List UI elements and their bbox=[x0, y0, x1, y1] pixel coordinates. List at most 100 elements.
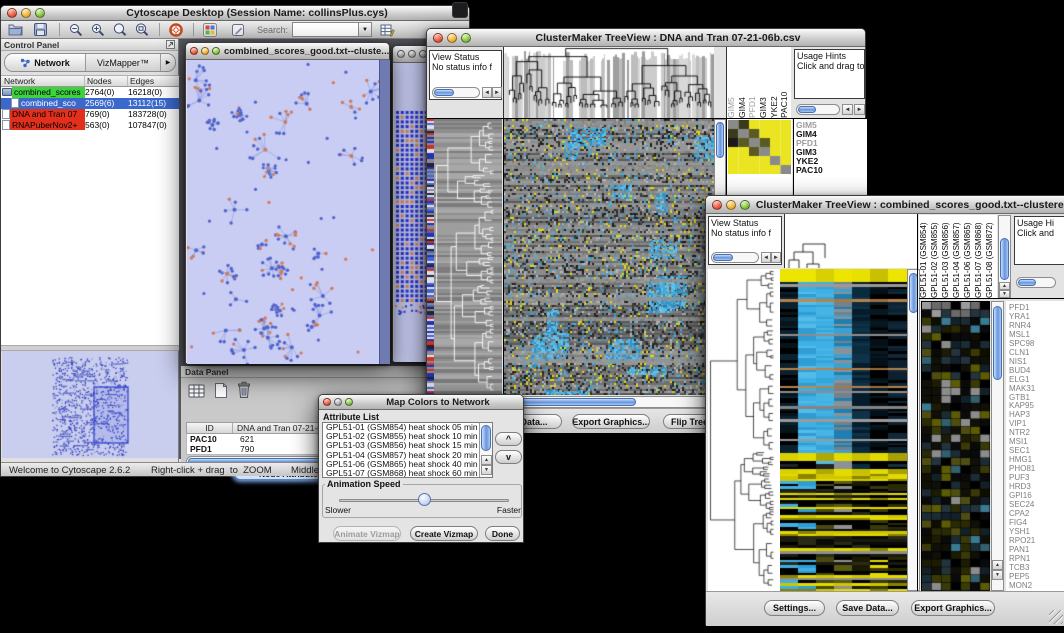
search-input[interactable]: ▼ bbox=[292, 22, 372, 37]
save-icon[interactable] bbox=[32, 21, 49, 38]
tv1-genelist-hscrollbar[interactable] bbox=[796, 104, 840, 115]
network-table-header[interactable]: Network Nodes Edges bbox=[1, 75, 179, 87]
tv1-column-label[interactable]: GIM5 bbox=[727, 47, 738, 118]
attribute-list-item[interactable]: GPL51-04 (GSM857) heat shock 20 min bbox=[323, 451, 492, 460]
done-button[interactable]: Done bbox=[485, 526, 520, 541]
scroll-right-icon[interactable]: ► bbox=[854, 104, 865, 115]
scroll-up-icon[interactable]: ▲ bbox=[999, 282, 1010, 290]
close-button[interactable] bbox=[712, 200, 722, 210]
tv2-gene-list[interactable]: PFD1YRA1RNR4MSL1SPC98CLN1NIS1BUD4ELG1MAK… bbox=[1006, 301, 1064, 591]
tv2-row-dendrogram[interactable] bbox=[708, 269, 780, 591]
attribute-list-item[interactable]: GPL51-02 (GSM855) heat shock 10 min bbox=[323, 432, 492, 441]
minimize-button[interactable] bbox=[726, 200, 736, 210]
tv1-status-hscrollbar[interactable] bbox=[432, 87, 480, 98]
zoom-button[interactable] bbox=[35, 8, 45, 18]
zoom-out-icon[interactable] bbox=[67, 21, 84, 38]
tv2-genelist-vscroll-thumb[interactable] bbox=[993, 306, 1002, 380]
zoom-fit-icon[interactable] bbox=[133, 21, 150, 38]
attribute-list-item[interactable]: GPL51-07 (GSM868) heat shock 60 min bbox=[323, 469, 492, 478]
float-panel-icon[interactable] bbox=[166, 40, 178, 49]
treeview1-titlebar[interactable]: ClusterMaker TreeView : DNA and Tran 07-… bbox=[427, 29, 865, 47]
tv1-column-dendrogram[interactable] bbox=[503, 47, 714, 118]
scroll-down-icon[interactable]: ▼ bbox=[481, 465, 492, 475]
tv2-column-label[interactable]: GPL51-01 (GSM854) bbox=[919, 215, 930, 298]
tv1-column-label[interactable]: PAC10 bbox=[780, 47, 791, 118]
scroll-left-icon[interactable]: ◄ bbox=[482, 87, 492, 98]
tv2-column-dendrogram[interactable] bbox=[784, 214, 918, 268]
scroll-right-icon[interactable]: ► bbox=[492, 87, 502, 98]
tv2-genelist-vscrollbar[interactable]: ▲ ▼ bbox=[991, 301, 1004, 591]
tv1-column-label[interactable]: GIM3 bbox=[759, 47, 770, 118]
tv1-export-graphics-button[interactable]: Export Graphics... bbox=[572, 414, 650, 429]
network-table-row[interactable]: DNA and Tran 07 769(0) 183728(0) bbox=[1, 109, 179, 120]
network-table-row[interactable]: combined_sco 2569(6) 13112(15) bbox=[1, 98, 179, 109]
tab-network[interactable]: Network bbox=[5, 54, 86, 71]
scroll-left-icon[interactable]: ◄ bbox=[842, 104, 853, 115]
tv2-global-heatmap[interactable] bbox=[780, 269, 907, 591]
menu-extra-icon[interactable] bbox=[452, 2, 468, 18]
network-table-row[interactable]: RNAPuberNov2+ 563(0) 107847(0) bbox=[1, 119, 179, 130]
attribute-list-item[interactable]: GPL51-03 (GSM856) heat shock 15 min bbox=[323, 441, 492, 450]
tv2-column-label[interactable]: GPL51-02 (GSM855) bbox=[930, 215, 941, 298]
close-button[interactable] bbox=[397, 50, 405, 58]
scroll-up-icon[interactable]: ▲ bbox=[992, 560, 1003, 570]
tv1-zoom-heatmap[interactable] bbox=[728, 120, 791, 174]
tv1-status-hscroll-thumb[interactable] bbox=[434, 89, 454, 96]
scroll-up-icon[interactable]: ▲ bbox=[481, 455, 492, 465]
tv2-column-label[interactable]: GPL51-08 (GSM872) bbox=[985, 215, 996, 298]
tv2-export-graphics-button[interactable]: Export Graphics... bbox=[911, 600, 995, 616]
close-button[interactable] bbox=[323, 398, 331, 406]
attribute-list-item[interactable]: GPL51-01 (GSM854) heat shock 05 min bbox=[323, 423, 492, 432]
tv2-column-labels[interactable]: GPL51-01 (GSM854)GPL51-02 (GSM855)GPL51-… bbox=[919, 215, 997, 298]
tv2-column-label[interactable]: GPL51-07 (GSM868) bbox=[974, 215, 985, 298]
network-table-row[interactable]: combined_scores 2764(0) 16218(0) bbox=[1, 87, 179, 98]
main-titlebar[interactable]: Cytoscape Desktop (Session Name: collins… bbox=[1, 6, 469, 21]
resize-grip[interactable] bbox=[1049, 610, 1063, 624]
tv1-row-dendrogram[interactable] bbox=[434, 119, 502, 395]
zoom-in-icon[interactable] bbox=[89, 21, 106, 38]
tv2-usage-hscroll-thumb[interactable] bbox=[1018, 279, 1036, 286]
tv1-global-heatmap[interactable] bbox=[503, 119, 714, 395]
minimize-button[interactable] bbox=[334, 398, 342, 406]
minimize-button[interactable] bbox=[447, 33, 457, 43]
zoom-selected-icon[interactable] bbox=[111, 21, 128, 38]
help-lifebuoy-icon[interactable] bbox=[167, 21, 184, 38]
scroll-down-icon[interactable]: ▼ bbox=[999, 290, 1010, 298]
tabs-overflow-button[interactable]: ▶ bbox=[160, 54, 175, 71]
create-vizmap-button[interactable]: Create Vizmap bbox=[410, 526, 478, 541]
minimize-button[interactable] bbox=[408, 50, 416, 58]
tv2-status-hscroll-thumb[interactable] bbox=[713, 254, 733, 261]
tv2-column-label[interactable]: GPL51-03 (GSM856) bbox=[941, 215, 952, 298]
scroll-left-icon[interactable]: ◄ bbox=[761, 252, 771, 263]
zoom-button[interactable] bbox=[461, 33, 471, 43]
minimize-button[interactable] bbox=[21, 8, 31, 18]
close-button[interactable] bbox=[190, 47, 198, 55]
tv1-vscroll-thumb[interactable] bbox=[716, 122, 724, 158]
new-attribute-icon[interactable] bbox=[214, 382, 228, 404]
annotation-icon[interactable] bbox=[229, 21, 246, 38]
close-button[interactable] bbox=[433, 33, 443, 43]
tv2-usage-hscrollbar[interactable] bbox=[1016, 277, 1056, 288]
network-view-titlebar[interactable]: combined_scores_good.txt--cluste... bbox=[186, 43, 389, 60]
attribute-list-item[interactable]: GPL51-06 (GSM865) heat shock 40 min bbox=[323, 460, 492, 469]
scroll-right-icon[interactable]: ► bbox=[771, 252, 781, 263]
tab-vizmapper[interactable]: VizMapper™ bbox=[86, 54, 160, 71]
move-up-button[interactable]: ^ bbox=[495, 432, 522, 446]
tv1-gene-label[interactable]: PAC10 bbox=[794, 166, 867, 175]
animate-vizmap-button[interactable]: Animate Vizmap bbox=[333, 526, 401, 541]
tv1-hscrollbar[interactable] bbox=[503, 396, 713, 408]
tv1-hscroll-thumb[interactable] bbox=[506, 398, 636, 406]
network-view-canvas[interactable] bbox=[187, 60, 379, 364]
zoom-button[interactable] bbox=[740, 200, 750, 210]
column-nodes[interactable]: Nodes bbox=[85, 76, 128, 86]
tv2-settings-button[interactable]: Settings... bbox=[764, 600, 825, 616]
close-button[interactable] bbox=[7, 8, 17, 18]
minimize-button[interactable] bbox=[201, 47, 209, 55]
tv1-column-label[interactable]: PFD1 bbox=[748, 47, 759, 118]
tv2-labels-vscroll-thumb[interactable] bbox=[1000, 238, 1009, 280]
column-edges[interactable]: Edges bbox=[128, 76, 179, 86]
dialog-titlebar[interactable]: Map Colors to Network bbox=[319, 395, 523, 410]
delete-attribute-trash-icon[interactable] bbox=[237, 381, 251, 404]
tv2-status-hscrollbar[interactable] bbox=[711, 252, 759, 263]
search-dropdown-icon[interactable]: ▼ bbox=[358, 23, 371, 36]
